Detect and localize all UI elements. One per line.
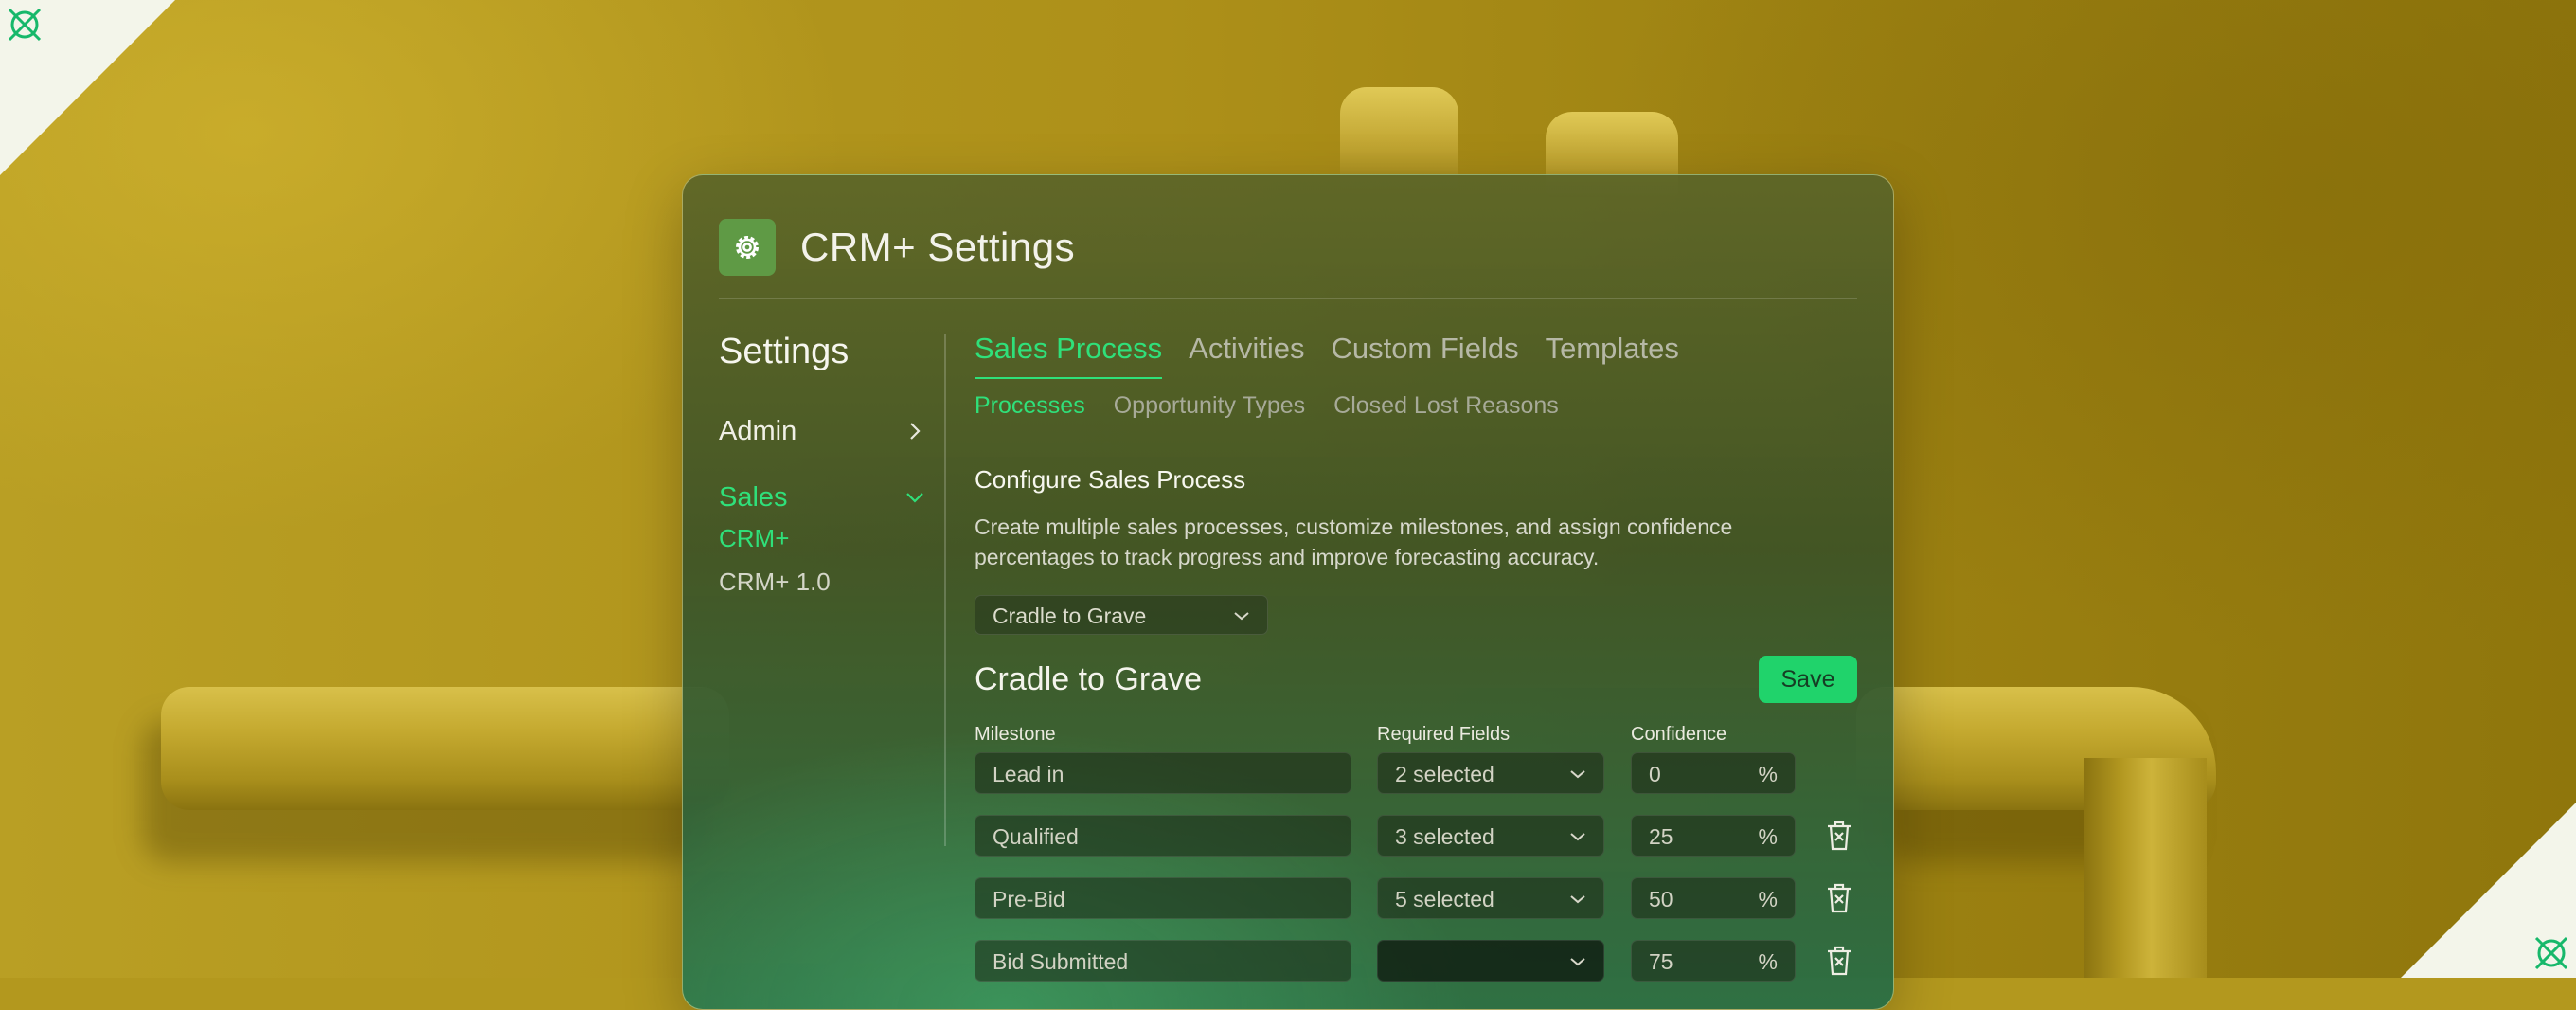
confidence-value: 25 bbox=[1649, 824, 1673, 849]
table-row: Lead in 2 selected 0 % bbox=[975, 752, 1857, 815]
column-header-required-fields: Required Fields bbox=[1377, 724, 1511, 745]
sidebar-item-label: Sales bbox=[719, 482, 788, 513]
chevron-down-icon bbox=[1233, 596, 1250, 636]
sidebar-item-sales[interactable]: Sales bbox=[719, 478, 927, 516]
sidebar-subitem-crm-plus-1-0[interactable]: CRM+ 1.0 bbox=[719, 560, 927, 604]
settings-sidebar: Settings Admin Sales CRM+ CRM+ 1.0 bbox=[719, 332, 927, 604]
subtab-closed-lost-reasons[interactable]: Closed Lost Reasons bbox=[1333, 392, 1559, 420]
sidebar-title: Settings bbox=[719, 332, 850, 371]
confidence-value: 0 bbox=[1649, 762, 1661, 786]
tab-activities[interactable]: Activities bbox=[1189, 332, 1304, 379]
process-select-value: Cradle to Grave bbox=[993, 604, 1147, 628]
sidebar-subitem-crm-plus[interactable]: CRM+ bbox=[719, 516, 927, 560]
milestone-name-input[interactable]: Lead in bbox=[975, 752, 1351, 794]
milestone-name-input[interactable]: Bid Submitted bbox=[975, 940, 1351, 982]
subtab-bar: Processes Opportunity Types Closed Lost … bbox=[975, 392, 1857, 420]
table-row: Qualified 3 selected 25 % bbox=[975, 815, 1857, 877]
main-content: Sales Process Activities Custom Fields T… bbox=[975, 332, 1857, 1002]
sidebar-item-label: Admin bbox=[719, 416, 797, 446]
confidence-value: 75 bbox=[1649, 949, 1673, 974]
pipe-elbow-down bbox=[2084, 758, 2207, 978]
percent-sign: % bbox=[1758, 824, 1778, 849]
chevron-down-icon bbox=[1569, 753, 1586, 795]
percent-sign: % bbox=[1758, 762, 1778, 786]
process-select[interactable]: Cradle to Grave bbox=[975, 595, 1268, 635]
trash-icon[interactable] bbox=[1824, 944, 1854, 978]
brand-logo-icon bbox=[8, 8, 42, 42]
trash-icon[interactable] bbox=[1824, 819, 1854, 853]
percent-sign: % bbox=[1758, 887, 1778, 911]
required-fields-select[interactable]: 2 selected bbox=[1377, 752, 1604, 794]
milestone-table-header: Milestone Required Fields Confidence bbox=[975, 724, 1857, 752]
chevron-right-icon bbox=[903, 412, 927, 450]
confidence-input[interactable]: 75 % bbox=[1631, 940, 1796, 982]
subtab-processes[interactable]: Processes bbox=[975, 392, 1085, 420]
confidence-input[interactable]: 0 % bbox=[1631, 752, 1796, 794]
tab-custom-fields[interactable]: Custom Fields bbox=[1331, 332, 1518, 379]
required-fields-value: 2 selected bbox=[1395, 762, 1494, 786]
confidence-input[interactable]: 25 % bbox=[1631, 815, 1796, 857]
tab-bar: Sales Process Activities Custom Fields T… bbox=[975, 332, 1857, 379]
column-header-confidence: Confidence bbox=[1631, 724, 1727, 745]
required-fields-select[interactable]: 5 selected bbox=[1377, 877, 1604, 919]
required-fields-value: 3 selected bbox=[1395, 824, 1494, 849]
gear-icon bbox=[736, 236, 759, 259]
settings-window: CRM+ Settings Settings Admin Sales CRM+ … bbox=[682, 174, 1894, 1010]
process-title: Cradle to Grave bbox=[975, 661, 1202, 697]
confidence-value: 50 bbox=[1649, 887, 1673, 911]
chevron-down-icon bbox=[1569, 878, 1586, 920]
chevron-down-icon bbox=[1569, 816, 1586, 857]
table-row: Pre-Bid 5 selected 50 % bbox=[975, 877, 1857, 940]
process-header: Cradle to Grave Save bbox=[975, 656, 1857, 711]
column-header-milestone: Milestone bbox=[975, 724, 1056, 745]
confidence-input[interactable]: 50 % bbox=[1631, 877, 1796, 919]
required-fields-select[interactable] bbox=[1377, 940, 1604, 982]
section-description: Create multiple sales processes, customi… bbox=[975, 514, 1733, 569]
app-title: CRM+ Settings bbox=[800, 225, 1076, 269]
percent-sign: % bbox=[1758, 949, 1778, 974]
required-fields-select[interactable]: 3 selected bbox=[1377, 815, 1604, 857]
section-title: Configure Sales Process bbox=[975, 465, 1246, 494]
sidebar-item-admin[interactable]: Admin bbox=[719, 412, 927, 450]
brand-logo-icon bbox=[2534, 936, 2568, 970]
chevron-down-icon bbox=[903, 478, 927, 516]
trash-icon[interactable] bbox=[1824, 881, 1854, 915]
required-fields-value: 5 selected bbox=[1395, 887, 1494, 911]
table-row: Bid Submitted 75 % bbox=[975, 940, 1857, 1002]
tab-sales-process[interactable]: Sales Process bbox=[975, 332, 1163, 379]
window-header: CRM+ Settings bbox=[719, 219, 1857, 299]
tab-templates[interactable]: Templates bbox=[1546, 332, 1679, 379]
app-logo bbox=[719, 219, 776, 276]
milestone-name-input[interactable]: Qualified bbox=[975, 815, 1351, 857]
subtab-opportunity-types[interactable]: Opportunity Types bbox=[1114, 392, 1305, 420]
sidebar-divider bbox=[944, 334, 946, 846]
save-button[interactable]: Save bbox=[1759, 656, 1857, 703]
chevron-down-icon bbox=[1569, 941, 1586, 983]
pipe-left bbox=[161, 687, 729, 810]
milestone-name-input[interactable]: Pre-Bid bbox=[975, 877, 1351, 919]
